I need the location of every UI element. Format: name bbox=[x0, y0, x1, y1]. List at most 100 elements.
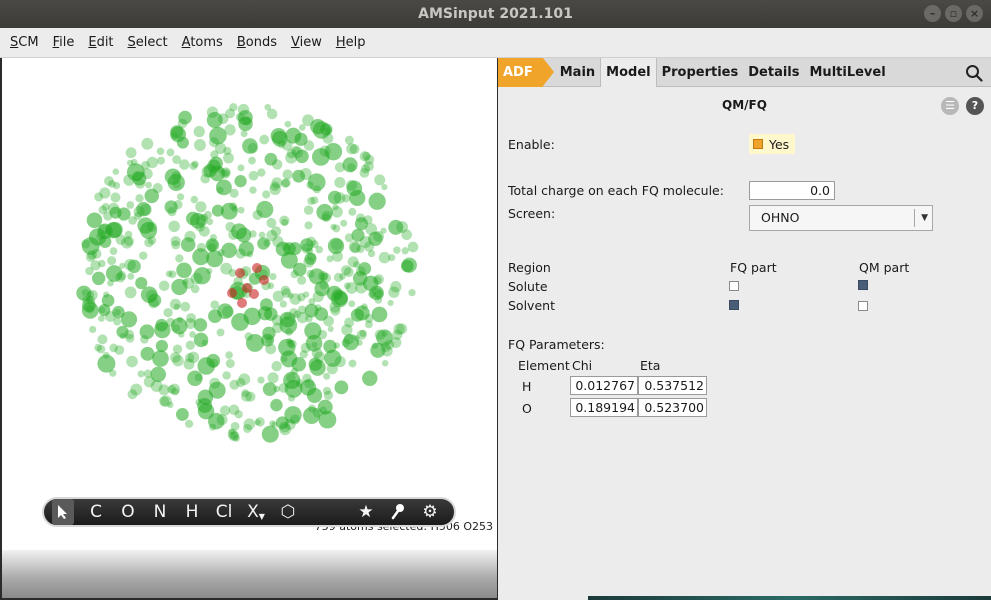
menu-atoms[interactable]: Atoms bbox=[182, 35, 223, 50]
param-element-o: O bbox=[522, 401, 532, 416]
atom bbox=[267, 372, 279, 384]
atom bbox=[361, 303, 368, 310]
atom bbox=[209, 377, 221, 389]
atom bbox=[210, 300, 220, 310]
atom bbox=[247, 142, 258, 154]
tab-main[interactable]: Main bbox=[555, 58, 600, 87]
panel-menu-icon[interactable]: ☰ bbox=[941, 97, 959, 115]
carbon-tool[interactable]: C bbox=[80, 499, 112, 525]
solute-fq-checkbox[interactable] bbox=[729, 281, 739, 291]
tab-properties[interactable]: Properties bbox=[657, 58, 744, 87]
settings-gear-icon[interactable]: ⚙ bbox=[414, 499, 446, 525]
enable-checkbox[interactable]: Yes bbox=[749, 134, 796, 154]
tab-engine-adf[interactable]: ADF bbox=[498, 57, 554, 87]
atom bbox=[222, 305, 234, 318]
menu-file[interactable]: File bbox=[53, 35, 75, 50]
menu-select[interactable]: Select bbox=[128, 35, 168, 50]
atom bbox=[275, 241, 291, 257]
atom bbox=[299, 168, 312, 181]
atom bbox=[374, 289, 384, 299]
molecule-cluster[interactable] bbox=[2, 58, 497, 548]
atom bbox=[158, 280, 170, 292]
atom bbox=[284, 120, 292, 128]
screen-select[interactable]: OHNO ▼ bbox=[749, 205, 933, 231]
atom bbox=[302, 291, 310, 298]
menu-bonds[interactable]: Bonds bbox=[237, 35, 277, 50]
atom bbox=[393, 246, 401, 254]
atom bbox=[104, 176, 114, 186]
atom bbox=[248, 156, 256, 165]
atom bbox=[136, 201, 151, 217]
enable-label: Enable: bbox=[508, 137, 555, 152]
atom bbox=[87, 289, 98, 301]
atom bbox=[266, 217, 277, 228]
atom bbox=[127, 272, 135, 280]
atom bbox=[342, 157, 358, 173]
atom bbox=[304, 252, 317, 265]
solute-qm-checkbox[interactable] bbox=[858, 280, 868, 290]
solvent-fq-checkbox[interactable] bbox=[729, 300, 739, 310]
select-tool-icon[interactable] bbox=[52, 499, 74, 525]
atom bbox=[265, 343, 277, 355]
atom bbox=[322, 386, 332, 395]
favorites-star-icon[interactable]: ★ bbox=[350, 499, 382, 525]
atom bbox=[176, 262, 192, 278]
chlorine-tool[interactable]: Cl bbox=[208, 499, 240, 525]
ring-tool-icon[interactable]: ⬡ bbox=[272, 499, 304, 525]
atom bbox=[171, 387, 180, 396]
menu-help[interactable]: Help bbox=[336, 35, 366, 50]
atom bbox=[141, 137, 154, 150]
atom bbox=[317, 399, 333, 415]
hydrogen-tool[interactable]: H bbox=[176, 499, 208, 525]
param-chi-h[interactable]: 0.012767 bbox=[570, 376, 638, 395]
help-icon[interactable]: ? bbox=[966, 97, 984, 115]
atom bbox=[123, 174, 135, 186]
title-bar: AMSinput 2021.101 – ▫ × bbox=[0, 0, 991, 28]
atom bbox=[125, 147, 137, 159]
settings-panel: ADF Main Model Properties Details MultiL… bbox=[498, 57, 991, 600]
atom bbox=[339, 273, 346, 280]
atom bbox=[163, 307, 173, 318]
minimize-button[interactable]: – bbox=[924, 5, 941, 22]
atom bbox=[189, 161, 198, 170]
atom bbox=[98, 315, 105, 322]
atom bbox=[266, 229, 278, 242]
tab-model[interactable]: Model bbox=[600, 57, 657, 87]
search-icon[interactable] bbox=[965, 64, 983, 82]
charge-input[interactable]: 0.0 bbox=[749, 181, 835, 200]
atom bbox=[381, 183, 388, 191]
param-chi-o[interactable]: 0.189194 bbox=[570, 398, 638, 417]
close-button[interactable]: × bbox=[966, 5, 983, 22]
maximize-button[interactable]: ▫ bbox=[945, 5, 962, 22]
atom bbox=[282, 169, 293, 180]
atom bbox=[140, 335, 149, 344]
atom bbox=[85, 252, 96, 262]
solvent-qm-checkbox[interactable] bbox=[858, 301, 868, 311]
atom bbox=[110, 192, 121, 203]
menu-edit[interactable]: Edit bbox=[88, 35, 113, 50]
atom bbox=[146, 156, 159, 169]
solute-atom bbox=[249, 289, 259, 299]
param-element-h: H bbox=[522, 379, 532, 394]
atom bbox=[126, 355, 138, 368]
atom bbox=[99, 187, 111, 199]
tab-details[interactable]: Details bbox=[743, 58, 804, 87]
other-element-tool[interactable]: X ▼ bbox=[240, 499, 272, 525]
nitrogen-tool[interactable]: N bbox=[144, 499, 176, 525]
search-structure-icon[interactable] bbox=[382, 499, 414, 525]
tab-multilevel[interactable]: MultiLevel bbox=[805, 58, 891, 87]
menu-view[interactable]: View bbox=[291, 35, 322, 50]
param-eta-o[interactable]: 0.523700 bbox=[638, 398, 707, 417]
atom bbox=[306, 269, 315, 278]
atom bbox=[145, 181, 152, 189]
menu-scm[interactable]: SCM bbox=[10, 35, 39, 50]
param-eta-h[interactable]: 0.537512 bbox=[638, 376, 707, 395]
atom-toolbar: C O N H Cl X ▼ ⬡ ★ ⚙ bbox=[42, 497, 456, 527]
solute-atom bbox=[235, 268, 245, 278]
atom bbox=[98, 205, 108, 215]
atom bbox=[392, 329, 403, 340]
oxygen-tool[interactable]: O bbox=[112, 499, 144, 525]
param-col-element: Element bbox=[518, 358, 570, 373]
atom bbox=[85, 266, 94, 276]
atom bbox=[362, 370, 378, 386]
